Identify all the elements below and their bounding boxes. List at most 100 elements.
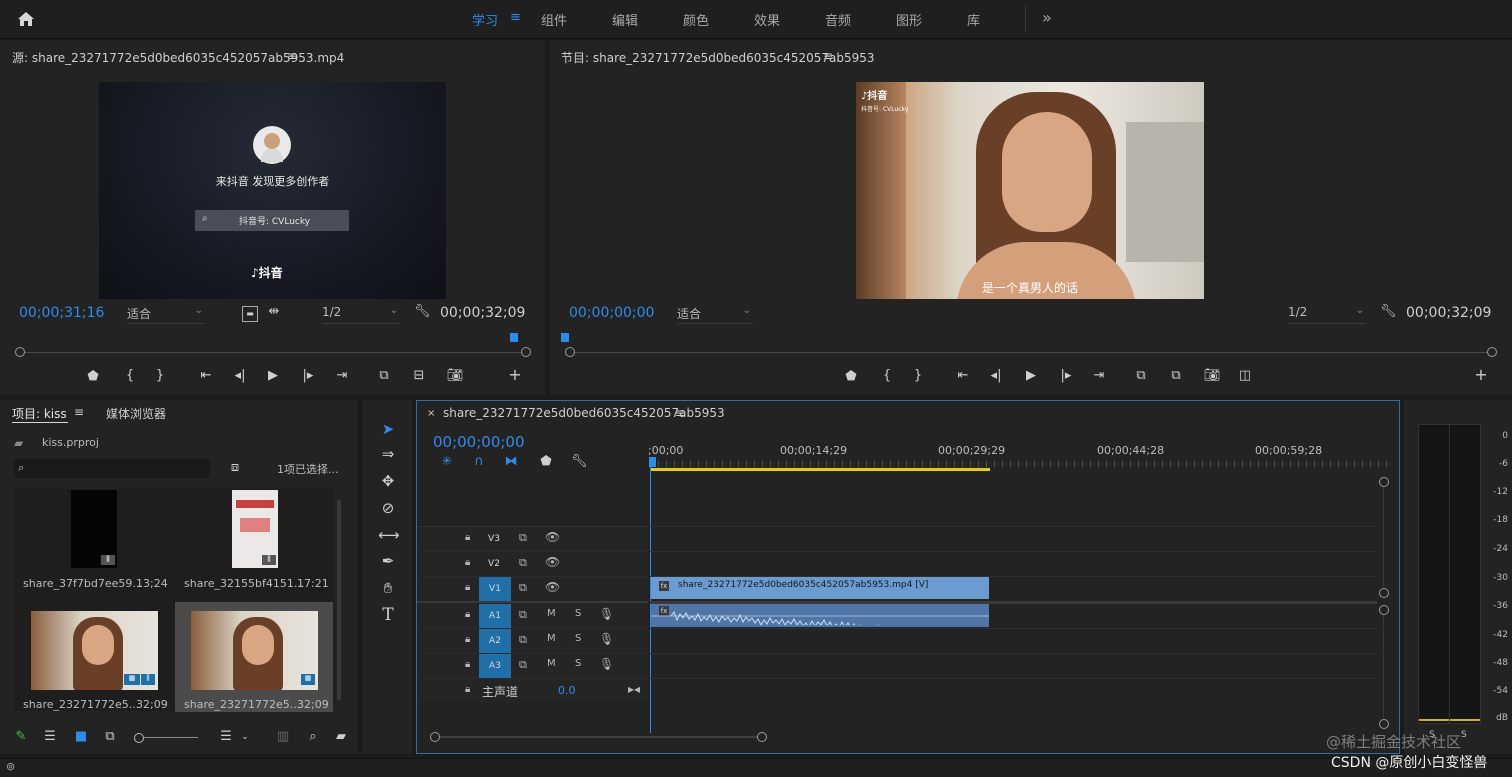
solo-right-button[interactable]: S xyxy=(1461,730,1467,740)
go-to-next-edit-icon[interactable]: ▸◂ xyxy=(628,682,640,696)
play-icon[interactable]: ▶ xyxy=(265,369,281,383)
list-view-icon[interactable]: ☰ xyxy=(42,730,58,744)
insert-icon[interactable]: ▬ xyxy=(242,306,258,322)
timeline-menu-icon[interactable]: ≡ xyxy=(675,406,685,420)
overwrite-edit-icon[interactable]: ⊟ xyxy=(410,369,428,383)
more-workspaces-icon[interactable]: » xyxy=(1042,8,1052,27)
lock-icon[interactable]: 🔒︎ xyxy=(465,659,470,670)
track-label[interactable]: A1 xyxy=(479,604,511,628)
sort-icon[interactable]: ☰ xyxy=(218,730,234,744)
mark-out-icon[interactable]: } xyxy=(911,369,925,383)
freeform-view-icon[interactable]: ⧉ xyxy=(101,730,119,744)
lock-icon[interactable]: 🔒︎ xyxy=(465,532,470,543)
source-zoom-left-handle[interactable] xyxy=(15,347,25,357)
step-back-icon[interactable]: ◂| xyxy=(988,369,1004,383)
track-label[interactable]: A2 xyxy=(479,629,511,653)
insert-edit-icon[interactable]: ⧉ xyxy=(375,369,393,383)
project-search-input[interactable]: ⌕ xyxy=(14,459,210,478)
source-panel-menu-icon[interactable]: ≡ xyxy=(287,49,297,63)
lock-icon[interactable]: 🔒︎ xyxy=(465,634,470,645)
lock-icon[interactable]: 🔒︎ xyxy=(465,609,470,620)
source-resolution-select[interactable]: 1/2 ⌄ xyxy=(322,305,400,324)
solo-button[interactable]: S xyxy=(575,608,581,619)
go-to-in-icon[interactable]: ⇤ xyxy=(198,369,214,383)
lock-icon[interactable]: 🔒︎ xyxy=(465,557,470,568)
sync-lock-icon[interactable]: ⧉ xyxy=(519,633,527,647)
automate-to-sequence-icon[interactable]: ▥ xyxy=(274,730,292,744)
timeline-zoom-left-handle[interactable] xyxy=(430,732,440,742)
mute-button[interactable]: M xyxy=(547,608,556,619)
eye-icon[interactable]: 👁︎ xyxy=(545,530,560,544)
chevron-down-icon[interactable]: ⌄ xyxy=(240,730,250,744)
new-bin-icon[interactable]: ▰ xyxy=(333,730,349,744)
source-scrubber[interactable] xyxy=(20,352,526,353)
add-button-icon[interactable]: + xyxy=(1473,367,1489,383)
project-panel-menu-icon[interactable]: ≡ xyxy=(74,405,84,419)
program-playhead[interactable] xyxy=(561,333,569,342)
mute-button[interactable]: M xyxy=(547,633,556,644)
sync-lock-icon[interactable]: ⧉ xyxy=(519,581,527,595)
audio-clip[interactable]: fx xyxy=(651,604,989,627)
tab-libraries[interactable]: 库 xyxy=(967,10,980,29)
step-forward-icon[interactable]: |▸ xyxy=(300,369,316,383)
nest-icon[interactable]: ✳ xyxy=(439,455,455,469)
sync-lock-icon[interactable]: ⧉ xyxy=(519,556,527,570)
source-timecode-current[interactable]: 00;00;31;16 xyxy=(19,305,104,321)
video-tracks-scrollbar[interactable] xyxy=(1383,487,1384,587)
home-icon[interactable] xyxy=(16,9,36,29)
lock-icon[interactable]: 🔒︎ xyxy=(465,684,470,695)
program-fit-select[interactable]: 适合 ⌄ xyxy=(677,305,753,324)
tab-editing[interactable]: 编辑 xyxy=(612,10,638,29)
track-label[interactable]: A3 xyxy=(479,654,511,678)
source-video-frame[interactable]: 来抖音 发现更多创作者 ⌕ 抖音号: CVLucky ♪抖音 xyxy=(99,82,446,299)
program-panel-menu-icon[interactable]: ≡ xyxy=(823,49,833,63)
zoom-slider-handle[interactable] xyxy=(134,733,144,743)
add-marker-icon[interactable]: ⬟ xyxy=(86,370,100,384)
source-playhead[interactable] xyxy=(510,333,518,342)
project-item-thumbnail[interactable]: ⫼ xyxy=(71,490,117,568)
video-tracks-scroll-bottom[interactable] xyxy=(1379,588,1389,598)
microphone-icon[interactable]: 🎙︎ xyxy=(599,607,614,621)
mark-out-icon[interactable]: } xyxy=(153,369,167,383)
project-item-thumbnail[interactable]: ▦ ⫼ xyxy=(31,611,158,690)
search-icon[interactable]: ⌕ xyxy=(305,730,321,744)
timeline-playhead-handle[interactable] xyxy=(649,457,656,467)
tab-media-browser[interactable]: 媒体浏览器 xyxy=(106,405,166,422)
slip-tool-icon[interactable]: ⟷ xyxy=(378,525,400,545)
lock-icon[interactable]: 🔒︎ xyxy=(465,582,470,593)
eye-icon[interactable]: 👁︎ xyxy=(545,555,560,569)
zoom-slider[interactable] xyxy=(144,737,198,738)
pencil-icon[interactable]: ✎ xyxy=(13,730,29,744)
wrench-icon[interactable]: 🔧︎ xyxy=(1380,305,1397,319)
pen-tool-icon[interactable]: ✒ xyxy=(378,551,398,571)
comparison-view-icon[interactable]: ◫ xyxy=(1236,369,1254,383)
linked-selection-icon[interactable]: ⧓ xyxy=(503,455,519,469)
time-ruler[interactable] xyxy=(650,461,1390,467)
sync-lock-icon[interactable]: ⧉ xyxy=(519,608,527,622)
track-label[interactable]: V3 xyxy=(486,531,502,547)
project-item-thumbnail[interactable]: ⫼ xyxy=(232,490,278,568)
eye-icon[interactable]: 👁︎ xyxy=(545,580,560,594)
source-zoom-right-handle[interactable] xyxy=(521,347,531,357)
solo-button[interactable]: S xyxy=(575,658,581,669)
extract-icon[interactable]: ⧉ xyxy=(1167,369,1185,383)
go-to-out-icon[interactable]: ⇥ xyxy=(1091,369,1107,383)
program-scrubber[interactable] xyxy=(570,352,1492,353)
program-zoom-right-handle[interactable] xyxy=(1487,347,1497,357)
drag-video-audio-icon[interactable]: ⇹ xyxy=(266,305,282,319)
tab-effects[interactable]: 效果 xyxy=(754,10,780,29)
go-to-in-icon[interactable]: ⇤ xyxy=(955,369,971,383)
icon-view-icon[interactable]: ■ xyxy=(73,730,89,744)
mark-in-icon[interactable]: { xyxy=(880,369,894,383)
microphone-icon[interactable]: 🎙︎ xyxy=(599,632,614,646)
program-video-frame[interactable]: ♪抖音 抖音号: CVLucky 是一个真男人的话 xyxy=(856,82,1204,299)
program-resolution-select[interactable]: 1/2 ⌄ xyxy=(1288,305,1366,324)
workspace-menu-icon[interactable]: ≡ xyxy=(510,10,521,25)
tab-project[interactable]: 项目: kiss xyxy=(12,405,67,422)
audio-tracks-scroll-bottom[interactable] xyxy=(1379,719,1389,729)
video-tracks-scroll-top[interactable] xyxy=(1379,477,1389,487)
hand-tool-icon[interactable]: ✋︎ xyxy=(378,578,398,598)
snap-magnet-icon[interactable]: ∩ xyxy=(471,455,487,469)
program-timecode-current[interactable]: 00;00;00;00 xyxy=(569,305,654,321)
tab-audio[interactable]: 音频 xyxy=(825,10,851,29)
